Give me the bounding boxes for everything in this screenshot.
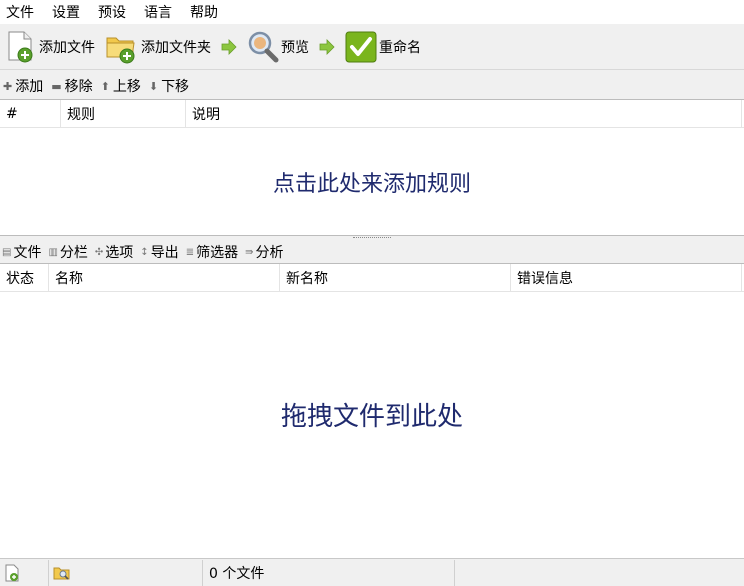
files-menu-label: 文件 [13,245,42,261]
files-toolbar: ▤ 文件 ▥ 分栏 ✣ 选项 ↕ 导出 ≣ 筛选器 ⇛ 分析 [0,241,744,263]
column-header-error[interactable]: 错误信息 [511,264,742,291]
arrow-right-icon [319,38,335,55]
remove-rule-label: 移除 [64,79,93,95]
rules-toolbar: ✚ 添加 ▬ 移除 ⬆ 上移 ⬇ 下移 [0,74,744,98]
filter-icon: ≣ [185,246,195,258]
minus-icon: ▬ [51,79,62,93]
folder-search-icon [53,567,70,580]
filters-menu-button[interactable]: ≣ 筛选器 [186,242,238,262]
status-preview-button[interactable] [49,559,203,586]
add-rule-label: 添加 [15,79,44,95]
analyze-icon: ⇛ [245,246,254,258]
file-count-text: 0 个文件 [209,565,265,582]
options-menu-label: 选项 [105,245,134,261]
column-header-description[interactable]: 说明 [186,100,742,127]
add-rule-button[interactable]: ✚ 添加 [3,76,43,96]
column-header-name[interactable]: 名称 [49,264,280,291]
splitter-grip [353,237,391,239]
file-count-panel: 0 个文件 [203,559,455,586]
plus-icon: ✚ [3,79,13,93]
column-header-rule[interactable]: 规则 [61,100,186,127]
columns-icon: ▥ [48,246,58,258]
arrow-right-icon [221,38,237,55]
magnifier-icon [248,31,279,62]
files-menu-button[interactable]: ▤ 文件 [2,242,41,262]
columns-menu-label: 分栏 [59,245,88,261]
analyze-menu-button[interactable]: ⇛ 分析 [245,242,283,262]
menu-presets[interactable]: 预设 [98,2,126,22]
add-file-icon [5,564,19,581]
add-file-icon [8,31,33,62]
add-folder-icon [106,37,135,63]
status-extra-panel [455,560,742,586]
export-menu-button[interactable]: ↕ 导出 [140,242,178,262]
menu-settings[interactable]: 设置 [52,2,80,22]
menu-bar: 文件 设置 预设 语言 帮助 [0,0,744,24]
files-icon: ▤ [2,246,12,258]
menu-language[interactable]: 语言 [144,2,172,22]
status-bar: 0 个文件 [0,558,744,586]
export-icon: ↕ [140,246,149,258]
filters-menu-label: 筛选器 [196,245,239,261]
rules-table-header: # 规则 说明 [0,100,744,128]
add-files-label: 添加文件 [39,39,95,56]
move-down-label: 下移 [161,79,190,95]
column-header-status[interactable]: 状态 [0,264,49,291]
move-down-button[interactable]: ⬇ 下移 [149,76,189,96]
arrow-down-icon: ⬇ [148,79,159,93]
preview-button[interactable]: 预览 [245,27,311,67]
add-folder-label: 添加文件夹 [141,39,211,56]
options-icon: ✣ [94,246,104,258]
rename-label: 重命名 [379,39,421,56]
preview-label: 预览 [281,39,309,56]
menu-help[interactable]: 帮助 [190,2,218,22]
files-table-header: 状态 名称 新名称 错误信息 [0,264,744,292]
add-folder-button[interactable]: 添加文件夹 [103,27,213,67]
main-toolbar: 添加文件 添加文件夹 预览 重命名 [0,24,744,70]
status-add-file-button[interactable] [0,559,49,586]
options-menu-button[interactable]: ✣ 选项 [95,242,133,262]
arrow-up-icon: ⬆ [100,79,110,93]
add-files-button[interactable]: 添加文件 [3,27,97,67]
checkmark-icon [345,31,377,62]
export-menu-label: 导出 [150,245,179,261]
analyze-menu-label: 分析 [255,245,284,261]
move-up-label: 上移 [112,79,141,95]
rules-table[interactable]: # 规则 说明 点击此处来添加规则 [0,99,744,235]
remove-rule-button[interactable]: ▬ 移除 [51,76,92,96]
add-rule-hint[interactable]: 点击此处来添加规则 [0,166,744,198]
drop-files-hint[interactable]: 拖拽文件到此处 [0,396,744,433]
files-table[interactable]: 状态 名称 新名称 错误信息 拖拽文件到此处 [0,263,744,558]
columns-menu-button[interactable]: ▥ 分栏 [48,242,87,262]
app-window: 文件 设置 预设 语言 帮助 添加文件 添加文件夹 预览 重命名 ✚ 添加 ▬ … [0,0,744,586]
rename-button[interactable]: 重命名 [343,27,423,67]
column-header-new-name[interactable]: 新名称 [280,264,511,291]
column-header-number[interactable]: # [0,100,61,127]
move-up-button[interactable]: ⬆ 上移 [101,76,141,96]
menu-file[interactable]: 文件 [6,2,34,22]
